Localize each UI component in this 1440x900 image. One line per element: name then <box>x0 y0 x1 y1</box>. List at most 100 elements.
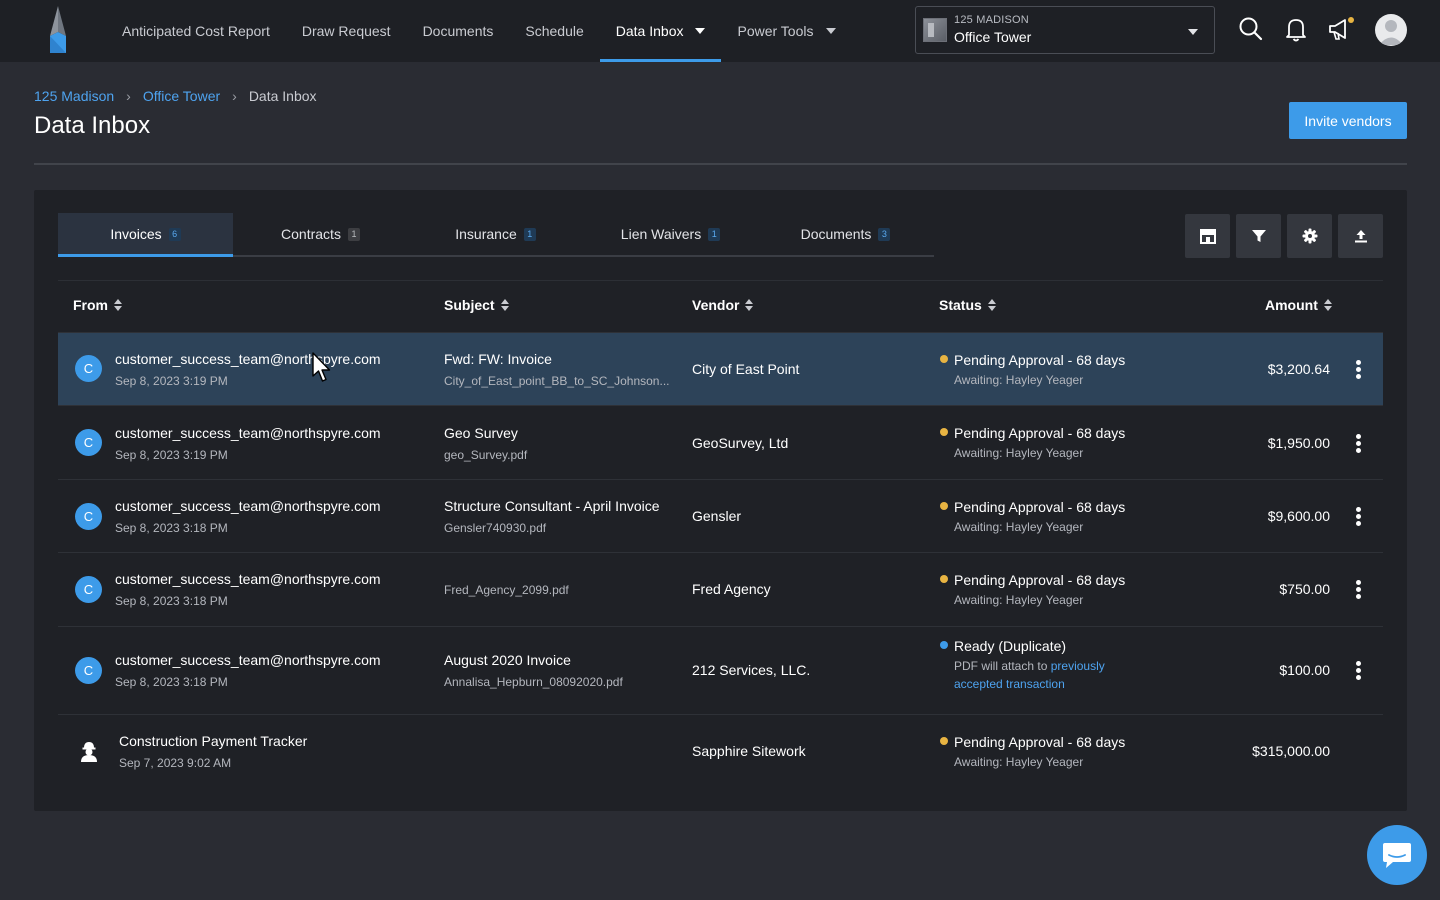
amount-value: $1,950.00 <box>1267 435 1330 451</box>
tab-lien-waivers[interactable]: Lien Waivers 1 <box>583 213 758 255</box>
chevron-down-icon <box>1188 29 1198 35</box>
upload-icon <box>1354 230 1367 243</box>
subject-text: August 2020 Invoice <box>444 652 571 668</box>
tab-count-badge: 3 <box>878 227 891 241</box>
previously-accepted-link[interactable]: previously <box>1051 659 1105 673</box>
table-row[interactable]: C customer_success_team@northspyre.com S… <box>58 332 1383 405</box>
sort-icon <box>114 299 123 311</box>
project-selector[interactable]: 125 MADISON Office Tower <box>915 6 1215 54</box>
column-header-from[interactable]: From <box>73 297 123 313</box>
bell-icon[interactable] <box>1281 14 1311 44</box>
status-dot <box>940 737 948 745</box>
megaphone-icon[interactable] <box>1326 14 1356 44</box>
invite-vendors-button[interactable]: Invite vendors <box>1289 102 1407 139</box>
status-dot <box>940 502 948 510</box>
kebab-menu-icon[interactable] <box>1350 433 1366 453</box>
status-text: Pending Approval - 68 days <box>954 352 1126 368</box>
chevron-right-icon: › <box>232 88 237 104</box>
tracker-person-icon <box>75 738 102 765</box>
kebab-menu-icon[interactable] <box>1350 359 1366 379</box>
kebab-menu-icon[interactable] <box>1350 660 1366 680</box>
northspyre-logo[interactable] <box>44 6 72 54</box>
nav-draw-request[interactable]: Draw Request <box>286 0 407 62</box>
user-avatar-icon[interactable] <box>1375 14 1407 46</box>
nav-power-tools[interactable]: Power Tools <box>721 0 851 62</box>
amount-value: $750.00 <box>1279 581 1330 597</box>
main-nav: Anticipated Cost Report Draw Request Doc… <box>106 0 852 62</box>
attachment-filename[interactable]: Annalisa_Hepburn_08092020.pdf <box>444 675 623 689</box>
received-date: Sep 8, 2023 3:19 PM <box>115 374 228 388</box>
attachment-filename[interactable]: Gensler740930.pdf <box>444 521 546 535</box>
vendor-name: Fred Agency <box>692 581 771 597</box>
status-awaiting: Awaiting: Hayley Yeager <box>954 373 1084 387</box>
breadcrumb: 125 Madison › Office Tower › Data Inbox <box>34 88 317 104</box>
column-header-status[interactable]: Status <box>939 297 997 313</box>
sort-icon <box>745 299 754 311</box>
nav-documents[interactable]: Documents <box>407 0 510 62</box>
column-header-subject[interactable]: Subject <box>444 297 510 313</box>
tab-bar: Invoices 6 Contracts 1 Insurance 1 Lien Wai… <box>58 213 934 257</box>
column-header-amount[interactable]: Amount <box>1265 297 1333 313</box>
table-row[interactable]: C customer_success_team@northspyre.com S… <box>58 479 1383 552</box>
chat-icon <box>1383 843 1411 868</box>
tab-count-badge: 1 <box>708 227 721 241</box>
status-dot <box>940 355 948 363</box>
sender-avatar: C <box>75 355 102 382</box>
attachment-filename[interactable]: Fred_Agency_2099.pdf <box>444 583 569 597</box>
table-row[interactable]: C customer_success_team@northspyre.com S… <box>58 626 1383 714</box>
tab-insurance[interactable]: Insurance 1 <box>408 213 583 255</box>
sender-avatar: C <box>75 576 102 603</box>
accepted-transaction-link[interactable]: accepted transaction <box>954 677 1065 691</box>
header-divider <box>34 163 1407 165</box>
breadcrumb-link-portfolio[interactable]: 125 Madison <box>34 88 114 104</box>
tab-invoices[interactable]: Invoices 6 <box>58 213 233 257</box>
from-email: customer_success_team@northspyre.com <box>115 652 381 668</box>
from-email: customer_success_team@northspyre.com <box>115 351 381 367</box>
tab-documents[interactable]: Documents 3 <box>758 213 933 255</box>
status-awaiting: Awaiting: Hayley Yeager <box>954 755 1084 769</box>
chevron-down-icon <box>825 28 836 34</box>
vendor-store-button[interactable] <box>1185 214 1230 258</box>
from-sender: Construction Payment Tracker <box>119 733 308 749</box>
chat-launcher-button[interactable] <box>1367 825 1427 885</box>
nav-schedule[interactable]: Schedule <box>509 0 599 62</box>
attachment-filename[interactable]: geo_Survey.pdf <box>444 448 527 462</box>
kebab-menu-icon[interactable] <box>1350 579 1366 599</box>
vendor-store-icon <box>1199 229 1216 244</box>
search-icon[interactable] <box>1236 14 1266 44</box>
filter-button[interactable] <box>1236 214 1281 258</box>
amount-value: $315,000.00 <box>1252 743 1330 759</box>
received-date: Sep 8, 2023 3:18 PM <box>115 521 228 535</box>
table-row[interactable]: Construction Payment Tracker Sep 7, 2023… <box>58 714 1383 788</box>
table-row[interactable]: C customer_success_team@northspyre.com S… <box>58 405 1383 479</box>
vendor-name: 212 Services, LLC. <box>692 662 811 678</box>
status-text: Ready (Duplicate) <box>954 638 1067 654</box>
status-text: Pending Approval - 68 days <box>954 425 1126 441</box>
received-date: Sep 8, 2023 3:18 PM <box>115 594 228 608</box>
tab-contracts[interactable]: Contracts 1 <box>233 213 408 255</box>
filter-icon <box>1251 230 1266 242</box>
status-note: PDF will attach to previously <box>954 659 1105 673</box>
sort-icon <box>1323 299 1333 311</box>
settings-button[interactable] <box>1287 214 1332 258</box>
status-awaiting: Awaiting: Hayley Yeager <box>954 520 1084 534</box>
breadcrumb-link-project[interactable]: Office Tower <box>143 88 220 104</box>
from-email: customer_success_team@northspyre.com <box>115 571 381 587</box>
received-date: Sep 7, 2023 9:02 AM <box>119 756 232 770</box>
status-dot <box>940 428 948 436</box>
attachment-filename[interactable]: City_of_East_point_BB_to_SC_Johnson... <box>444 374 669 388</box>
kebab-menu-icon[interactable] <box>1350 506 1366 526</box>
status-dot <box>940 575 948 583</box>
column-header-vendor[interactable]: Vendor <box>692 297 754 313</box>
nav-data-inbox[interactable]: Data Inbox <box>599 0 722 62</box>
sender-avatar: C <box>75 657 102 684</box>
amount-value: $3,200.64 <box>1267 361 1330 377</box>
nav-anticipated-cost-report[interactable]: Anticipated Cost Report <box>106 0 286 62</box>
upload-button[interactable] <box>1338 214 1383 258</box>
amount-value: $9,600.00 <box>1267 508 1330 524</box>
project-parent-label: 125 MADISON <box>954 14 1029 26</box>
status-dot <box>940 641 948 649</box>
status-text: Pending Approval - 68 days <box>954 499 1126 515</box>
vendor-name: City of East Point <box>692 361 800 377</box>
table-row[interactable]: C customer_success_team@northspyre.com S… <box>58 552 1383 626</box>
